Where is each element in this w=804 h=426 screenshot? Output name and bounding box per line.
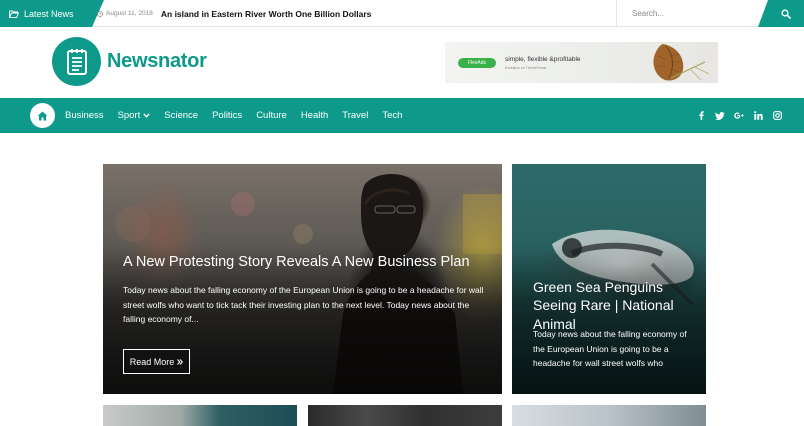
ticker-date-text: August 11, 2018 — [106, 10, 153, 17]
chevron-down-icon — [143, 113, 151, 118]
site-name: Newsnator — [107, 50, 207, 72]
latest-news-tab[interactable]: Latest News — [0, 0, 104, 27]
featured-side-title[interactable]: Green Sea Penguins Seeing Rare | Nationa… — [533, 278, 705, 333]
nav-item-tech[interactable]: Tech — [382, 110, 402, 121]
facebook-icon[interactable] — [696, 111, 706, 121]
search-input[interactable] — [617, 0, 767, 26]
linkedin-icon[interactable] — [753, 111, 763, 121]
twitter-icon[interactable] — [715, 111, 725, 121]
featured-main-excerpt: Today news about the falling economy of … — [123, 285, 484, 325]
instagram-icon[interactable] — [772, 111, 782, 121]
featured-main-card[interactable]: A New Protesting Story Reveals A New Bus… — [103, 164, 502, 394]
post-thumbnail[interactable] — [308, 405, 502, 426]
ad-subline: Exclusive on ThemeForest — [505, 66, 547, 70]
nav-item-label: Culture — [256, 110, 287, 121]
folder-open-icon — [9, 10, 19, 18]
ticker-date: August 11, 2018 — [97, 10, 153, 17]
post-thumbnail[interactable] — [512, 405, 706, 426]
ad-badge: FlexAds — [458, 58, 496, 68]
nav-item-label: Science — [164, 110, 199, 121]
read-more-label: Read More — [129, 356, 175, 367]
double-chevron-right-icon — [177, 358, 184, 365]
post-thumbnail[interactable] — [103, 405, 297, 426]
nav-item-travel[interactable]: Travel — [342, 110, 368, 121]
social-links — [696, 98, 782, 133]
home-button[interactable] — [30, 103, 55, 128]
ticker-headline-link[interactable]: An island in Eastern River Worth One Bil… — [161, 9, 372, 19]
search-button[interactable] — [758, 0, 804, 27]
nav-item-sport[interactable]: Sport — [118, 110, 151, 121]
nav-item-culture[interactable]: Culture — [256, 110, 287, 121]
logo-mark — [52, 37, 101, 86]
latest-news-label: Latest News — [24, 8, 74, 19]
home-icon — [37, 111, 48, 120]
nav-item-label: Politics — [212, 110, 243, 121]
notepad-icon — [66, 48, 87, 75]
clock-icon — [97, 10, 103, 17]
nav-menu: Business Sport Science Politics Culture … — [65, 98, 402, 133]
nav-item-label: Tech — [382, 110, 403, 121]
read-more-button[interactable]: Read More — [123, 349, 190, 374]
leaf-image — [653, 44, 710, 81]
featured-side-excerpt: Today news about the falling economy of … — [533, 329, 687, 369]
site-logo[interactable]: Newsnator — [52, 37, 207, 86]
search-box — [616, 0, 804, 27]
top-bar: Latest News August 11, 2018 An island in… — [0, 0, 804, 27]
main-nav: Business Sport Science Politics Culture … — [0, 98, 804, 133]
featured-main-title[interactable]: A New Protesting Story Reveals A New Bus… — [123, 253, 493, 272]
nav-item-label: Travel — [342, 110, 369, 121]
nav-item-science[interactable]: Science — [164, 110, 198, 121]
nav-item-label: Sport — [117, 110, 141, 121]
search-icon — [781, 8, 791, 19]
featured-side-card[interactable]: Green Sea Penguins Seeing Rare | Nationa… — [512, 164, 706, 394]
ad-banner[interactable]: FlexAds simple, flexible &profitable Exc… — [445, 42, 718, 83]
ad-tagline: simple, flexible &profitable — [505, 56, 581, 63]
nav-item-label: Business — [65, 110, 104, 121]
nav-item-health[interactable]: Health — [301, 110, 328, 121]
nav-item-label: Health — [300, 110, 329, 121]
news-ticker: August 11, 2018 An island in Eastern Riv… — [97, 0, 371, 27]
google-plus-icon[interactable] — [734, 111, 744, 121]
nav-item-business[interactable]: Business — [65, 110, 104, 121]
nav-item-politics[interactable]: Politics — [212, 110, 242, 121]
